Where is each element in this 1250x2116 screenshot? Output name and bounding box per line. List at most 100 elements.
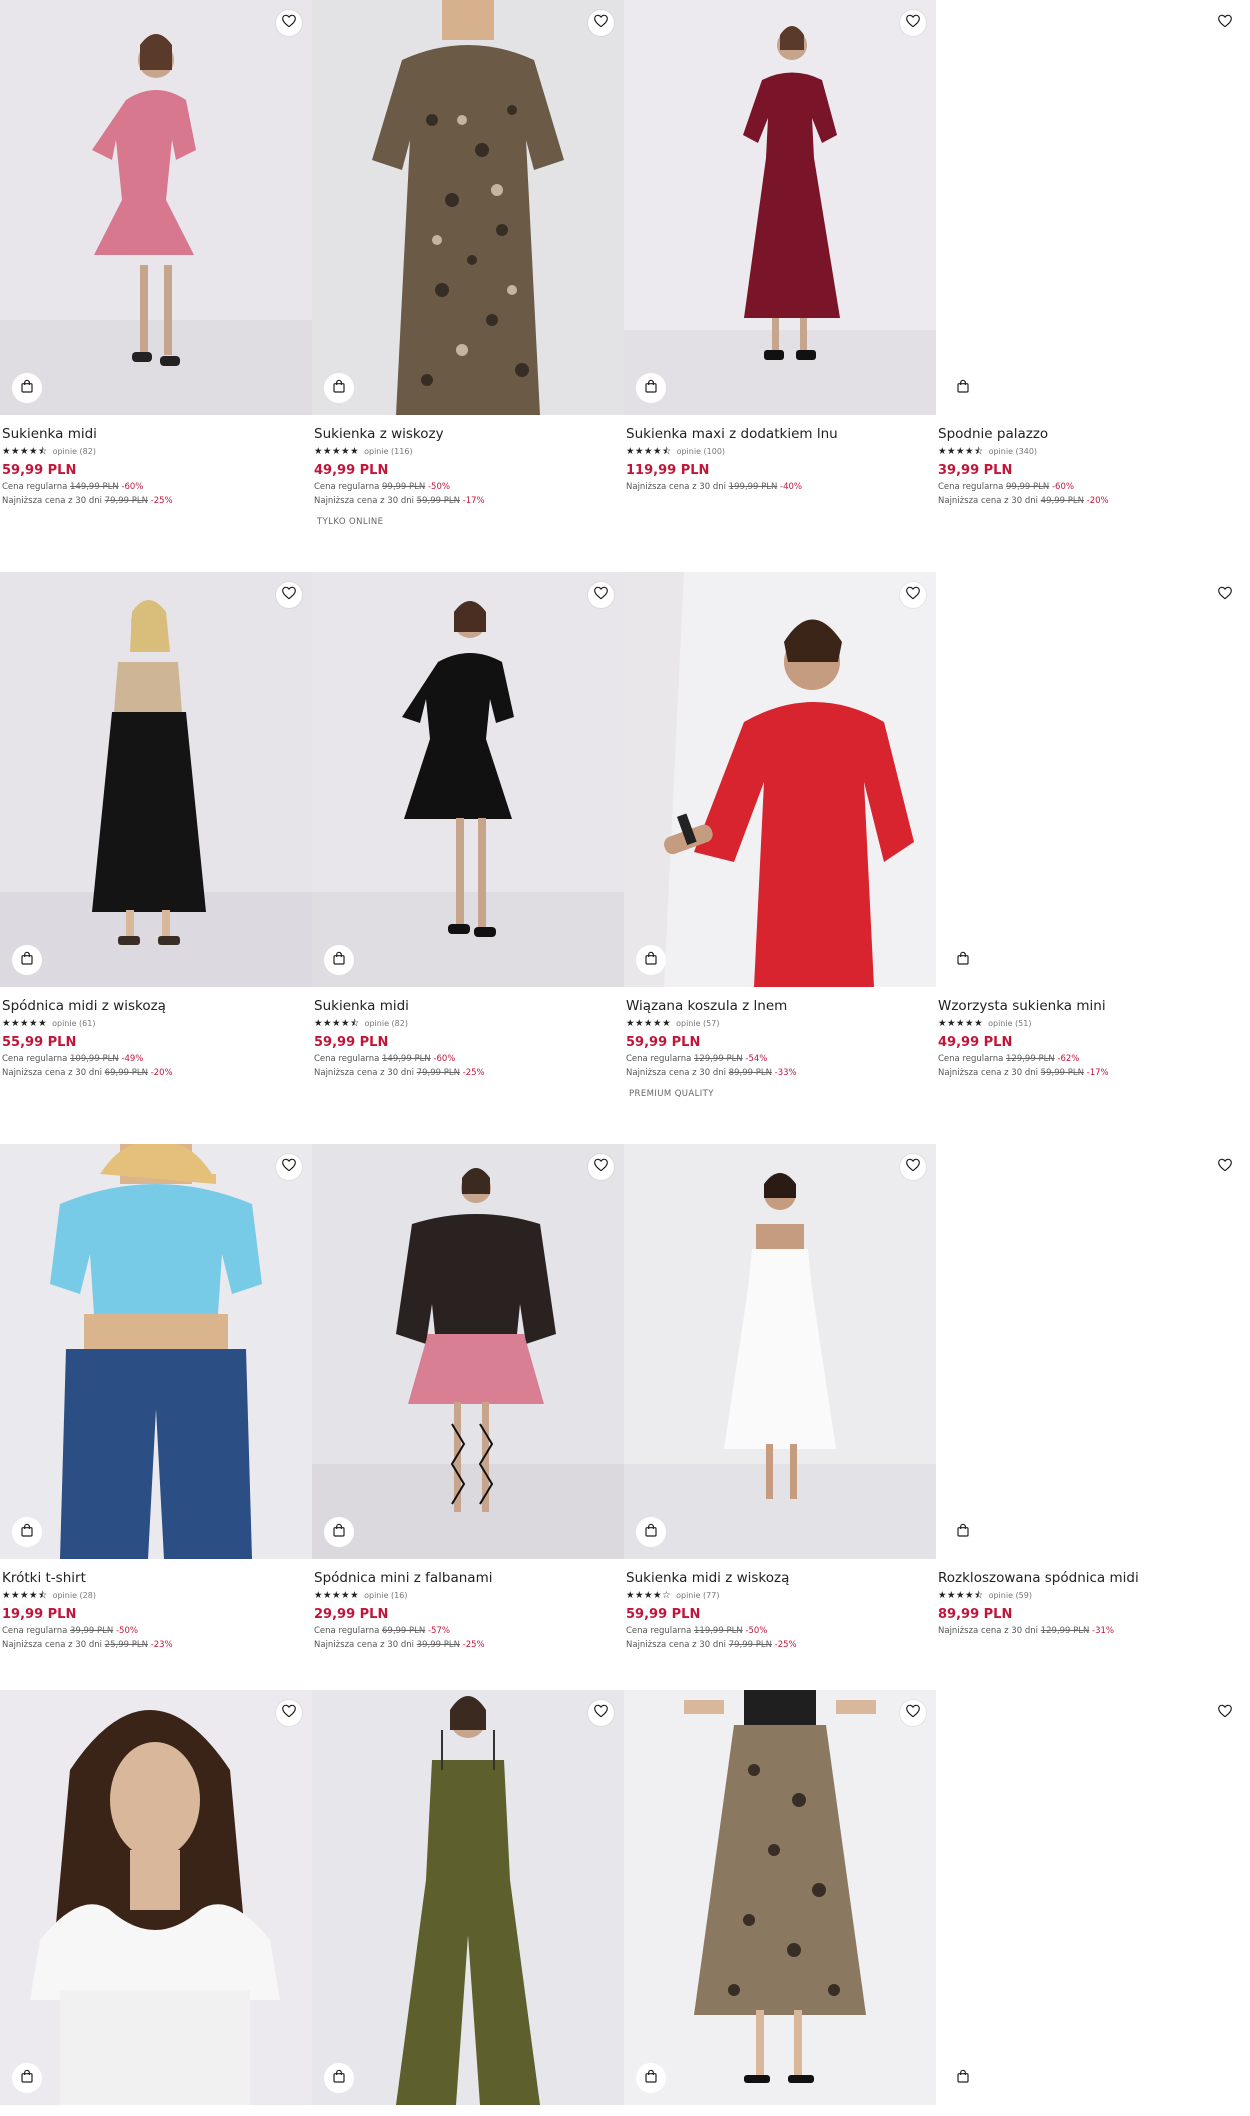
lowest-price-discount: -25% — [150, 496, 173, 506]
product-image[interactable] — [624, 1144, 936, 1559]
product-card[interactable] — [312, 1690, 624, 2105]
product-rating[interactable]: ★★★★⯪ opinie (82) — [314, 1017, 622, 1031]
add-to-wishlist-button[interactable] — [1212, 1154, 1238, 1180]
product-name[interactable]: Sukienka midi z wiskozą — [626, 1569, 934, 1587]
add-to-cart-button[interactable] — [12, 2063, 42, 2093]
add-to-cart-button[interactable] — [948, 1517, 978, 1547]
product-image[interactable] — [936, 1690, 1248, 2105]
product-name[interactable]: Rozkloszowana spódnica midi — [938, 1569, 1246, 1587]
product-rating[interactable]: ★★★★⯪ opinie (59) — [938, 1589, 1246, 1603]
product-rating[interactable]: ★★★★★ opinie (116) — [314, 445, 622, 459]
add-to-cart-button[interactable] — [636, 1517, 666, 1547]
add-to-cart-button[interactable] — [636, 2063, 666, 2093]
add-to-cart-button[interactable] — [12, 1517, 42, 1547]
lowest-price-line: Najniższa cena z 30 dni 79,99 PLN -25% — [2, 494, 310, 508]
add-to-wishlist-button[interactable] — [588, 582, 614, 608]
product-name[interactable]: Sukienka z wiskozy — [314, 425, 622, 443]
regular-price-discount: -57% — [427, 1626, 450, 1636]
product-name[interactable]: Sukienka maxi z dodatkiem lnu — [626, 425, 934, 443]
product-rating[interactable]: ★★★★⯪ opinie (100) — [626, 445, 934, 459]
product-rating[interactable]: ★★★★☆ opinie (77) — [626, 1589, 934, 1603]
lowest-price-old: 79,99 PLN — [416, 1068, 460, 1078]
product-image[interactable] — [624, 1690, 936, 2105]
add-to-cart-button[interactable] — [324, 945, 354, 975]
product-card[interactable] — [624, 1690, 936, 2105]
product-card[interactable]: Sukienka z wiskozy ★★★★★ opinie (116) 49,99… — [312, 0, 624, 528]
product-card[interactable]: Krótki t-shirt ★★★★⯪ opinie (28) 19,99 PLN C… — [0, 1144, 312, 1652]
add-to-wishlist-button[interactable] — [588, 1700, 614, 1726]
product-rating[interactable]: ★★★★★ opinie (16) — [314, 1589, 622, 1603]
product-card[interactable] — [0, 1690, 312, 2105]
add-to-wishlist-button[interactable] — [900, 1700, 926, 1726]
add-to-cart-button[interactable] — [12, 945, 42, 975]
lowest-price-discount: -25% — [462, 1640, 485, 1650]
add-to-wishlist-button[interactable] — [276, 1700, 302, 1726]
product-name[interactable]: Krótki t-shirt — [2, 1569, 310, 1587]
review-count: opinie (59) — [988, 1591, 1032, 1600]
product-image[interactable] — [312, 572, 624, 987]
product-card[interactable]: Wiązana koszula z lnem ★★★★★ opinie (57) 59… — [624, 572, 936, 1100]
add-to-wishlist-button[interactable] — [900, 10, 926, 36]
product-image[interactable] — [312, 0, 624, 415]
product-name[interactable]: Spódnica mini z falbanami — [314, 1569, 622, 1587]
product-image[interactable] — [624, 0, 936, 415]
product-name[interactable]: Spodnie palazzo — [938, 425, 1246, 443]
add-to-cart-button[interactable] — [948, 945, 978, 975]
add-to-cart-button[interactable] — [324, 2063, 354, 2093]
add-to-wishlist-button[interactable] — [276, 1154, 302, 1180]
product-card[interactable]: Sukienka midi z wiskozą ★★★★☆ opinie (77) 5… — [624, 1144, 936, 1652]
add-to-cart-button[interactable] — [324, 1517, 354, 1547]
product-card[interactable] — [936, 1690, 1248, 2105]
product-rating[interactable]: ★★★★⯪ opinie (340) — [938, 445, 1246, 459]
product-card[interactable]: Spódnica mini z falbanami ★★★★★ opinie (16… — [312, 1144, 624, 1652]
product-name[interactable]: Wiązana koszula z lnem — [626, 997, 934, 1015]
product-name[interactable]: Sukienka midi — [2, 425, 310, 443]
product-name[interactable]: Wzorzysta sukienka mini — [938, 997, 1246, 1015]
add-to-cart-button[interactable] — [948, 2063, 978, 2093]
add-to-wishlist-button[interactable] — [1212, 582, 1238, 608]
add-to-wishlist-button[interactable] — [276, 582, 302, 608]
add-to-cart-button[interactable] — [636, 945, 666, 975]
add-to-wishlist-button[interactable] — [588, 1154, 614, 1180]
shopping-bag-icon — [331, 1522, 347, 1542]
product-image[interactable] — [936, 572, 1248, 987]
product-card[interactable]: Wzorzysta sukienka mini ★★★★★ opinie (51) 4… — [936, 572, 1248, 1080]
product-name[interactable]: Spódnica midi z wiskozą — [2, 997, 310, 1015]
product-rating[interactable]: ★★★★⯪ opinie (82) — [2, 445, 310, 459]
product-rating[interactable]: ★★★★★ opinie (61) — [2, 1017, 310, 1031]
product-card[interactable]: Spodnie palazzo ★★★★⯪ opinie (340) 39,99 PL… — [936, 0, 1248, 508]
regular-price-discount: -50% — [115, 1626, 138, 1636]
product-image[interactable] — [0, 1690, 312, 2105]
product-image[interactable] — [312, 1144, 624, 1559]
product-card[interactable]: Sukienka midi ★★★★⯪ opinie (82) 59,99 PLN Ce… — [0, 0, 312, 508]
add-to-wishlist-button[interactable] — [900, 1154, 926, 1180]
product-card[interactable]: Sukienka midi ★★★★⯪ opinie (82) 59,99 PLN Ce… — [312, 572, 624, 1080]
add-to-wishlist-button[interactable] — [276, 10, 302, 36]
add-to-cart-button[interactable] — [12, 373, 42, 403]
lowest-price-line: Najniższa cena z 30 dni 129,99 PLN -31% — [938, 1624, 1246, 1638]
product-card[interactable]: Sukienka maxi z dodatkiem lnu ★★★★⯪ opinie… — [624, 0, 936, 494]
product-image[interactable] — [936, 1144, 1248, 1559]
add-to-wishlist-button[interactable] — [1212, 1700, 1238, 1726]
product-name[interactable]: Sukienka midi — [314, 997, 622, 1015]
product-image[interactable] — [0, 1144, 312, 1559]
rating-stars: ★★★★★ — [938, 1018, 984, 1029]
add-to-cart-button[interactable] — [948, 373, 978, 403]
product-image[interactable] — [0, 0, 312, 415]
product-rating[interactable]: ★★★★★ opinie (51) — [938, 1017, 1246, 1031]
product-image[interactable] — [0, 572, 312, 987]
add-to-wishlist-button[interactable] — [588, 10, 614, 36]
add-to-wishlist-button[interactable] — [1212, 10, 1238, 36]
product-rating[interactable]: ★★★★⯪ opinie (28) — [2, 1589, 310, 1603]
product-image[interactable] — [936, 0, 1248, 415]
product-image[interactable] — [312, 1690, 624, 2105]
product-image[interactable] — [624, 572, 936, 987]
add-to-wishlist-button[interactable] — [900, 582, 926, 608]
product-card[interactable]: Spódnica midi z wiskozą ★★★★★ opinie (61) 5… — [0, 572, 312, 1080]
product-card[interactable]: Rozkloszowana spódnica midi ★★★★⯪ opinie (… — [936, 1144, 1248, 1638]
shopping-bag-icon — [643, 378, 659, 398]
add-to-cart-button[interactable] — [324, 373, 354, 403]
add-to-cart-button[interactable] — [636, 373, 666, 403]
product-rating[interactable]: ★★★★★ opinie (57) — [626, 1017, 934, 1031]
lowest-price-label: Najniższa cena z 30 dni — [626, 1640, 726, 1650]
